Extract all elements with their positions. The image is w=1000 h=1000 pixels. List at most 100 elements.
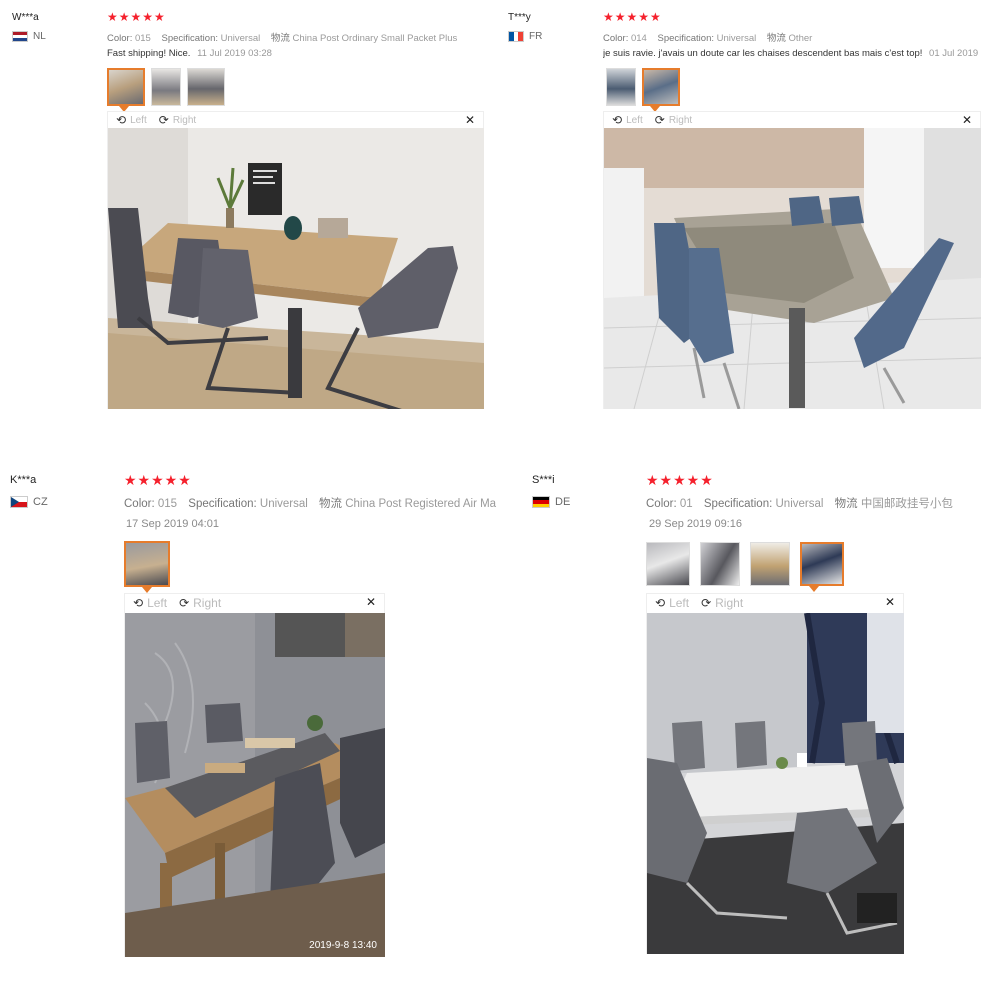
color-label: Color: <box>124 498 155 510</box>
review-photo <box>604 128 981 409</box>
color-value: 01 <box>679 498 693 510</box>
spec-label: Specification: <box>703 498 773 510</box>
photo-thumbnail[interactable] <box>800 542 844 586</box>
rotate-right-label: Right <box>715 596 744 610</box>
reviewer-name: T***y <box>508 12 531 23</box>
photo-thumbnail[interactable] <box>606 68 636 106</box>
review-date: 17 Sep 2019 04:01 <box>126 518 219 530</box>
spec-value: Universal <box>220 33 261 44</box>
review-date: 11 Jul 2019 03:28 <box>197 48 272 59</box>
review-comment: Fast shipping! Nice. 11 Jul 2019 03:28 <box>107 48 497 59</box>
rotate-left-button[interactable]: ⟲ Left <box>655 596 689 610</box>
shipping-value: Other <box>788 33 813 44</box>
rotate-right-label: Right <box>193 596 222 610</box>
spec-value: Universal <box>775 498 824 510</box>
review-attributes: Color: 015 Specification: Universal 物流 C… <box>124 495 520 511</box>
rotate-left-label: Left <box>147 596 168 610</box>
photo-thumbnail[interactable] <box>642 68 680 106</box>
rotate-right-label: Right <box>172 114 197 126</box>
rotate-right-label: Right <box>668 114 693 126</box>
photo-viewer: ⟲ Left ⟳ Right ✕ <box>603 111 981 409</box>
photo-viewer: ⟲ Left ⟳ Right ✕ <box>124 593 385 957</box>
country-code: NL <box>33 31 46 42</box>
rotate-left-button[interactable]: ⟲ Left <box>612 113 643 127</box>
rotate-left-label: Left <box>626 114 643 126</box>
rotate-right-button[interactable]: ⟳ Right <box>701 596 743 610</box>
photo-thumbnail[interactable] <box>187 68 225 106</box>
flag-de-icon <box>532 496 550 508</box>
reviewer-country: CZ <box>10 496 48 508</box>
photo-thumbnails <box>107 68 225 106</box>
photo-thumbnail[interactable] <box>700 542 740 586</box>
flag-nl-icon <box>12 31 28 42</box>
photo-thumbnail[interactable] <box>151 68 181 106</box>
rotate-right-button[interactable]: ⟳ Right <box>655 113 692 127</box>
color-value: 014 <box>630 33 647 44</box>
star-rating: ★★★★★ <box>603 10 662 24</box>
country-code: CZ <box>33 496 48 508</box>
selected-thumbnail-caret <box>809 586 819 592</box>
review-attributes: Color: 015 Specification: Universal 物流 C… <box>107 30 492 44</box>
star-rating: ★★★★★ <box>646 472 714 488</box>
shipping-value: China Post Ordinary Small Packet Plus <box>292 33 458 44</box>
reviewer-name: W***a <box>12 12 39 23</box>
shipping-label: 物流 <box>766 33 786 44</box>
spec-label: Specification: <box>188 498 257 510</box>
review-comment: je suis ravie. j'avais un doute car les … <box>603 48 1000 59</box>
photo-thumbnails <box>606 68 680 106</box>
rotate-left-button[interactable]: ⟲ Left <box>116 113 147 127</box>
country-code: DE <box>555 496 571 508</box>
photo-dining-room-4 <box>647 613 904 954</box>
photo-thumbnails <box>646 542 844 586</box>
close-icon[interactable]: ✕ <box>465 113 475 127</box>
photo-thumbnail[interactable] <box>646 542 690 586</box>
viewer-toolbar: ⟲ Left ⟳ Right ✕ <box>647 594 903 612</box>
color-value: 015 <box>157 498 178 510</box>
shipping-label: 物流 <box>834 498 858 510</box>
rotate-right-icon: ⟳ <box>654 113 665 127</box>
country-code: FR <box>529 31 543 42</box>
color-label: Color: <box>603 33 629 44</box>
close-icon[interactable]: ✕ <box>366 595 376 609</box>
viewer-toolbar: ⟲ Left ⟳ Right ✕ <box>604 112 980 128</box>
photo-dining-room-3 <box>125 613 385 957</box>
comment-text: je suis ravie. j'avais un doute car les … <box>603 48 923 59</box>
review-photo <box>647 613 904 954</box>
comment-text: Fast shipping! Nice. <box>107 48 191 59</box>
color-label: Color: <box>107 33 133 44</box>
rotate-right-button[interactable]: ⟳ Right <box>179 596 221 610</box>
flag-cz-icon <box>10 496 28 508</box>
spec-value: Universal <box>259 498 308 510</box>
spec-label: Specification: <box>161 33 218 44</box>
close-icon[interactable]: ✕ <box>885 595 895 609</box>
reviewer-country: NL <box>12 31 46 42</box>
photo-thumbnail[interactable] <box>124 541 170 587</box>
rotate-left-icon: ⟲ <box>612 113 623 127</box>
review-date: 01 Jul 2019 <box>929 48 979 59</box>
photo-thumbnail[interactable] <box>750 542 790 586</box>
shipping-label: 物流 <box>270 33 290 44</box>
shipping-value: 中国邮政挂号小包 <box>860 498 953 510</box>
rotate-right-icon: ⟳ <box>158 113 169 127</box>
shipping-value: China Post Registered Air Ma <box>345 498 497 510</box>
photo-thumbnail[interactable] <box>107 68 145 106</box>
review-attributes: Color: 01 Specification: Universal 物流 中国… <box>646 495 996 511</box>
rotate-right-icon: ⟳ <box>701 596 712 610</box>
color-label: Color: <box>646 498 677 510</box>
rotate-right-icon: ⟳ <box>179 596 190 610</box>
review-photo <box>108 128 484 409</box>
spec-label: Specification: <box>657 33 714 44</box>
rotate-right-button[interactable]: ⟳ Right <box>159 113 196 127</box>
star-rating: ★★★★★ <box>107 10 166 24</box>
rotate-left-icon: ⟲ <box>655 596 666 610</box>
reviewer-country: DE <box>532 496 570 508</box>
rotate-left-label: Left <box>669 596 690 610</box>
photo-dining-room-1 <box>108 128 484 409</box>
viewer-toolbar: ⟲ Left ⟳ Right ✕ <box>108 112 483 128</box>
reviewer-country: FR <box>508 31 542 42</box>
color-value: 015 <box>134 33 151 44</box>
photo-thumbnails <box>124 541 170 587</box>
close-icon[interactable]: ✕ <box>962 113 972 127</box>
flag-fr-icon <box>508 31 524 42</box>
rotate-left-button[interactable]: ⟲ Left <box>133 596 167 610</box>
